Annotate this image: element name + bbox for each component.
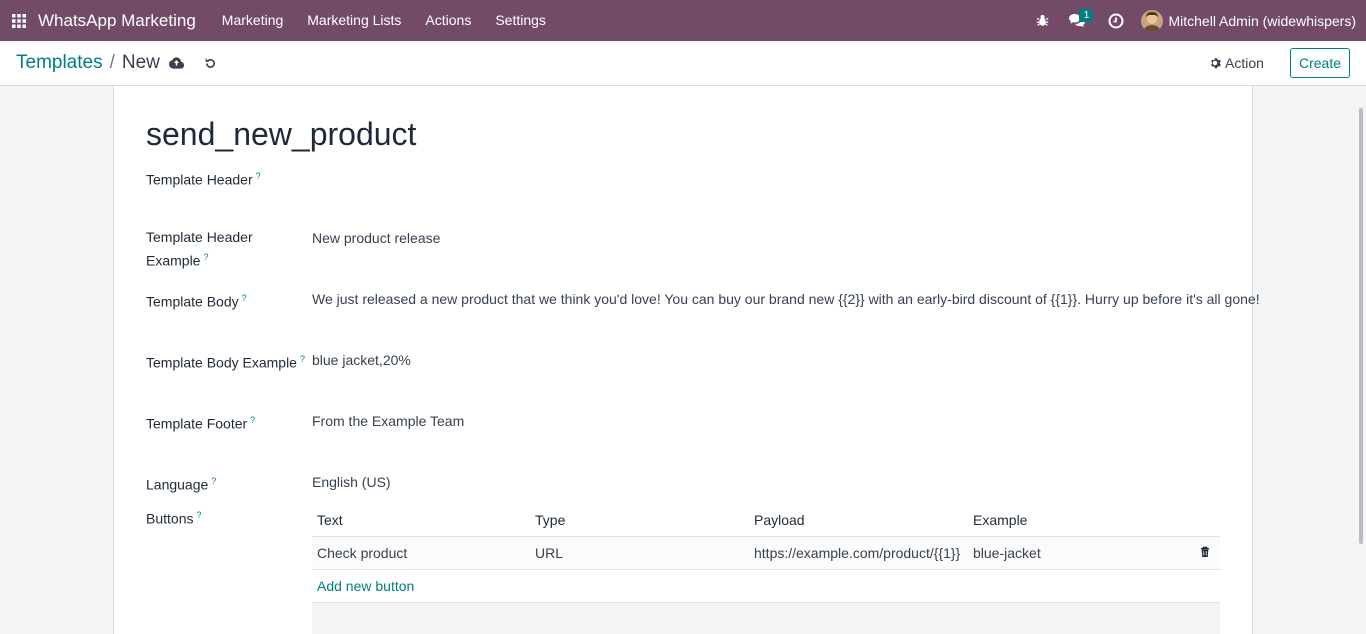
top-navbar: WhatsApp Marketing Marketing Marketing L… — [0, 0, 1366, 41]
cell-text[interactable]: Check product — [312, 536, 530, 570]
control-panel-actions: Action Create — [1209, 48, 1350, 78]
column-header-actions — [1168, 505, 1220, 537]
label-template-body: Template Body? — [146, 293, 247, 310]
column-header-text[interactable]: Text — [312, 505, 530, 537]
navbar-systray: 1 Mitchell Admin (widewhispers) — [1025, 0, 1366, 41]
cell-payload[interactable]: https://example.com/product/{{1}} — [749, 536, 968, 570]
user-name: Mitchell Admin (widewhispers) — [1168, 12, 1356, 29]
user-menu[interactable]: Mitchell Admin (widewhispers) — [1141, 9, 1356, 32]
menu-settings[interactable]: Settings — [483, 0, 558, 41]
activity-clock-icon[interactable] — [1099, 0, 1133, 41]
column-header-type[interactable]: Type — [530, 505, 749, 537]
table-header-row: Text Type Payload Example — [312, 505, 1220, 537]
template-footer-field[interactable]: From the Example Team — [312, 411, 464, 431]
messages-chat-icon[interactable]: 1 — [1059, 0, 1094, 41]
discard-undo-icon[interactable] — [194, 48, 228, 78]
save-cloud-icon[interactable] — [160, 48, 194, 78]
label-template-header-example: Template Header Example? — [146, 229, 253, 269]
form-sheet: send_new_product Template Header? Templa… — [113, 86, 1260, 634]
debug-bug-icon[interactable] — [1025, 0, 1059, 41]
column-header-payload[interactable]: Payload — [749, 505, 968, 537]
breadcrumb: Templates / New — [16, 52, 160, 74]
label-template-footer: Template Footer? — [146, 415, 256, 432]
template-name-title[interactable]: send_new_product — [146, 116, 416, 153]
menu-actions[interactable]: Actions — [413, 0, 483, 41]
breadcrumb-separator: / — [109, 52, 115, 73]
action-label: Action — [1225, 55, 1264, 71]
trash-icon[interactable] — [1200, 546, 1210, 558]
user-avatar — [1141, 9, 1164, 32]
add-new-button-link[interactable]: Add new button — [317, 578, 414, 594]
help-tooltip-icon[interactable]: ? — [203, 252, 208, 262]
template-body-field[interactable]: We just released a new product that we t… — [312, 289, 1260, 309]
help-tooltip-icon[interactable]: ? — [242, 293, 247, 303]
table-row[interactable]: Check product URL https://example.com/pr… — [312, 536, 1220, 570]
app-name[interactable]: WhatsApp Marketing — [38, 11, 196, 31]
help-tooltip-icon[interactable]: ? — [256, 171, 261, 181]
delete-row-cell — [1168, 536, 1220, 570]
action-menu-button[interactable]: Action — [1209, 55, 1264, 71]
empty-row — [312, 602, 1220, 634]
breadcrumb-current: New — [121, 52, 160, 73]
page-scrollbar[interactable] — [1359, 108, 1363, 544]
label-template-header: Template Header? — [146, 171, 261, 188]
message-count-badge: 1 — [1079, 9, 1094, 22]
add-line-row: Add new button — [312, 569, 1220, 603]
template-header-example-field[interactable]: New product release — [312, 228, 440, 248]
help-tooltip-icon[interactable]: ? — [196, 510, 201, 520]
menu-marketing[interactable]: Marketing — [210, 0, 295, 41]
cell-example[interactable]: blue-jacket — [968, 536, 1168, 570]
breadcrumb-templates-link[interactable]: Templates — [16, 52, 103, 74]
label-buttons: Buttons? — [146, 510, 202, 527]
gear-icon — [1211, 58, 1221, 69]
label-language: Language? — [146, 476, 217, 493]
help-tooltip-icon[interactable]: ? — [250, 415, 255, 425]
control-panel: Templates / New Action Create — [0, 41, 1366, 86]
help-tooltip-icon[interactable]: ? — [211, 476, 216, 486]
column-header-example[interactable]: Example — [968, 505, 1168, 537]
form-view: send_new_product Template Header? Templa… — [0, 86, 1366, 634]
template-body-example-field[interactable]: blue jacket,20% — [312, 350, 411, 370]
menu-marketing-lists[interactable]: Marketing Lists — [295, 0, 413, 41]
create-button[interactable]: Create — [1289, 48, 1350, 78]
cell-type[interactable]: URL — [530, 536, 749, 570]
help-tooltip-icon[interactable]: ? — [300, 354, 305, 364]
buttons-table: Text Type Payload Example Check product … — [312, 505, 1220, 634]
main-menu: Marketing Marketing Lists Actions Settin… — [210, 0, 558, 41]
label-template-body-example: Template Body Example? — [146, 354, 305, 371]
apps-grid-icon[interactable] — [0, 0, 38, 41]
language-field[interactable]: English (US) — [312, 472, 391, 492]
